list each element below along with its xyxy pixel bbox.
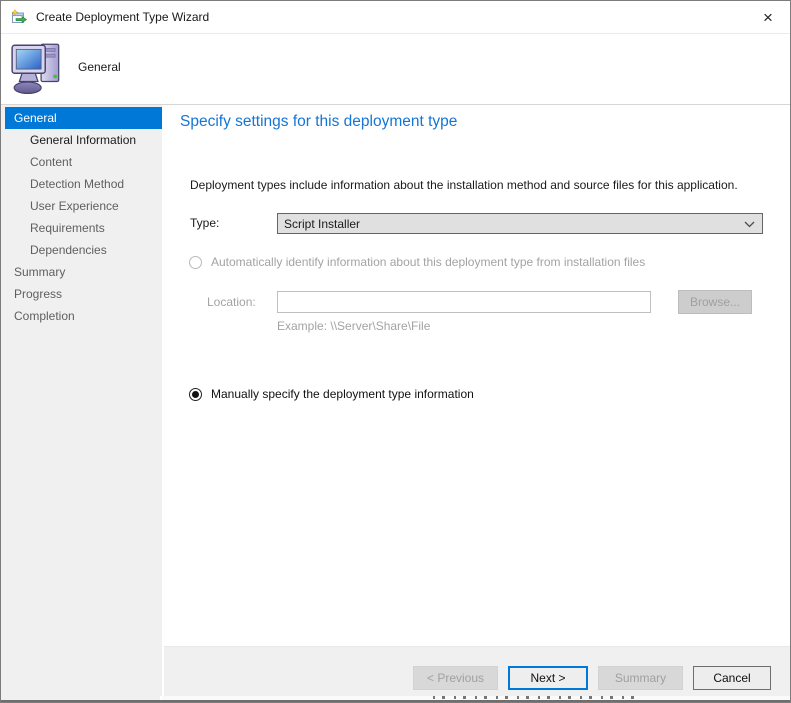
auto-identify-radio-label: Automatically identify information about… [211,255,646,269]
next-button[interactable]: Next > [508,666,588,690]
auto-identify-radio[interactable]: Automatically identify information about… [189,255,645,269]
header-step-title: General [78,60,121,74]
manual-specify-radio[interactable]: Manually specify the deployment type inf… [189,387,474,401]
clipped-text-artifact [433,696,638,699]
description-text: Deployment types include information abo… [190,178,738,192]
previous-button[interactable]: < Previous [413,666,498,690]
close-button[interactable]: × [756,5,780,29]
wizard-footer: < Previous Next > Summary Cancel [164,646,790,698]
sidebar-item-user-experience[interactable]: User Experience [1,195,162,217]
location-label: Location: [207,295,256,309]
sidebar-item-dependencies[interactable]: Dependencies [1,239,162,261]
type-dropdown[interactable]: Script Installer [277,213,763,234]
close-icon: × [763,7,773,27]
computer-icon [11,43,60,95]
footer-buttons: < Previous Next > Summary Cancel [413,666,771,690]
wizard-header: General [1,35,790,105]
type-label: Type: [190,216,220,230]
window-title: Create Deployment Type Wizard [36,10,210,24]
sliver-sidebar-segment [1,696,162,700]
sidebar-item-content[interactable]: Content [1,151,162,173]
location-input[interactable] [277,291,651,313]
sidebar-item-progress[interactable]: Progress [1,283,162,305]
cancel-button[interactable]: Cancel [693,666,771,690]
chevron-down-icon [744,221,755,228]
radio-unchecked-icon [189,255,202,269]
location-example-text: Example: \\Server\Share\File [277,319,431,333]
wizard-nav-sidebar: General General Information Content Dete… [1,105,162,696]
summary-button[interactable]: Summary [598,666,683,690]
titlebar: Create Deployment Type Wizard × [1,1,790,34]
page-heading: Specify settings for this deployment typ… [180,113,458,130]
manual-specify-radio-label: Manually specify the deployment type inf… [211,387,474,401]
create-deployment-type-wizard-window: Create Deployment Type Wizard × General … [0,0,791,703]
sidebar-item-completion[interactable]: Completion [1,305,162,327]
sidebar-item-general[interactable]: General [5,107,162,129]
type-dropdown-value: Script Installer [284,216,361,231]
wizard-app-icon [11,9,28,24]
sidebar-item-general-information[interactable]: General Information [1,129,162,151]
sidebar-item-requirements[interactable]: Requirements [1,217,162,239]
background-window-sliver [1,696,790,702]
browse-button[interactable]: Browse... [678,290,752,314]
wizard-page-general: Specify settings for this deployment typ… [162,105,790,646]
sidebar-item-detection-method[interactable]: Detection Method [1,173,162,195]
browse-button-label: Browse... [689,295,740,309]
sidebar-item-summary[interactable]: Summary [1,261,162,283]
radio-checked-icon [189,387,202,401]
